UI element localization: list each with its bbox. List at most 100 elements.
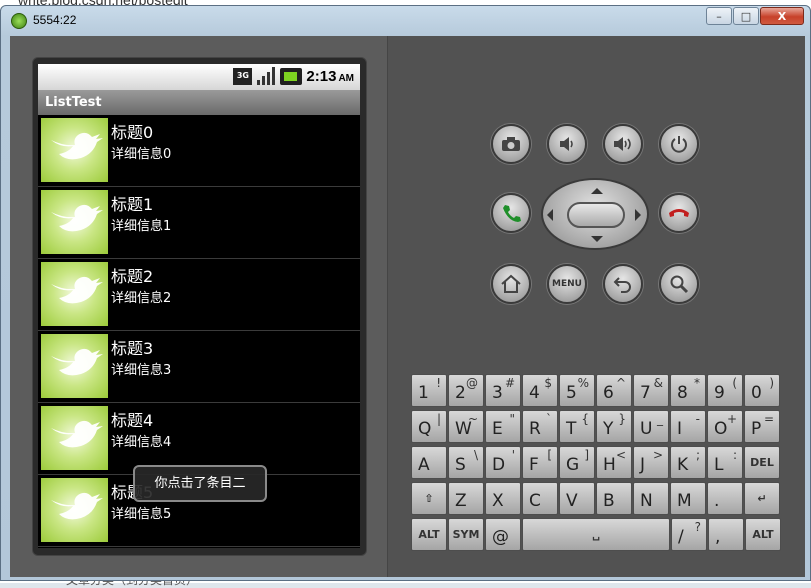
dpad-down-icon[interactable] (591, 236, 603, 248)
home-button[interactable] (491, 264, 531, 304)
dpad-up-icon[interactable] (591, 182, 603, 194)
dpad-right-icon[interactable] (635, 209, 647, 221)
shift-key[interactable]: ⇧ (411, 482, 447, 515)
key-A[interactable]: A (411, 446, 447, 479)
delete-key[interactable]: DEL (744, 446, 780, 479)
list-item[interactable]: 标题3 详细信息3 (38, 331, 360, 403)
comma-key[interactable]: , (708, 518, 744, 551)
list-item-subtitle: 详细信息5 (111, 507, 172, 522)
maximize-button[interactable]: □ (733, 7, 759, 25)
shift-key-label: ⇧ (424, 492, 434, 505)
key-N[interactable]: N (633, 482, 669, 515)
battery-charging-icon (280, 67, 303, 85)
slash-key[interactable]: /? (671, 518, 707, 551)
power-button[interactable] (659, 124, 699, 164)
key-main-label: 8 (677, 383, 688, 403)
key-5[interactable]: 5% (559, 374, 595, 407)
key-alt-label: - (695, 412, 700, 426)
device-panel: 3G 2:13 AM ListTest 标题0 详细信息0 标题1 详细信息1 标题2 详细… (10, 36, 388, 577)
menu-button[interactable]: MENU (547, 264, 587, 304)
key-main-label: A (418, 455, 430, 475)
sym-key-label: SYM (452, 528, 480, 541)
key-alt-label: > (652, 448, 663, 462)
key-C[interactable]: C (522, 482, 558, 515)
window-titlebar[interactable]: 5554:22 – □ X (1, 6, 810, 36)
key-Z[interactable]: Z (448, 482, 484, 515)
call-button[interactable] (491, 193, 531, 233)
key-main-label: Z (455, 491, 467, 511)
network-3g-icon: 3G (233, 67, 253, 85)
key-L[interactable]: L: (707, 446, 743, 479)
key-G[interactable]: G] (559, 446, 595, 479)
key-I[interactable]: I- (670, 410, 706, 443)
dpad[interactable] (541, 178, 649, 250)
volume-up-icon (614, 137, 631, 151)
key-O[interactable]: O + (707, 410, 743, 443)
key-W[interactable]: W ~ (448, 410, 484, 443)
enter-key[interactable]: ↵ (744, 482, 780, 515)
key-Q[interactable]: Q | (411, 410, 447, 443)
key-S[interactable]: S \ (448, 446, 484, 479)
close-button[interactable]: X (760, 7, 804, 25)
key-main-label: H (603, 455, 616, 475)
list-item[interactable]: 标题1 详细信息1 (38, 187, 360, 259)
key-F[interactable]: F[ (522, 446, 558, 479)
key-alt-label: = (763, 412, 774, 426)
camera-button[interactable] (491, 124, 531, 164)
volume-up-button[interactable] (603, 124, 643, 164)
key-7[interactable]: 7 & (633, 374, 669, 407)
volume-down-button[interactable] (547, 124, 587, 164)
key-3[interactable]: 3 # (485, 374, 521, 407)
alt-left-key[interactable]: ALT (411, 518, 447, 551)
key-main-label: Q (418, 419, 432, 439)
key-8[interactable]: 8 * (670, 374, 706, 407)
key-main-label: 3 (492, 383, 503, 403)
key-H[interactable]: H < (596, 446, 632, 479)
search-button[interactable] (659, 264, 699, 304)
back-button[interactable] (603, 264, 643, 304)
camera-icon (502, 137, 520, 151)
key-T[interactable]: T{ (559, 410, 595, 443)
dpad-center-button[interactable] (567, 202, 625, 228)
key-6[interactable]: 6 ^ (596, 374, 632, 407)
key-R[interactable]: R ` (522, 410, 558, 443)
list-item[interactable]: 标题0 详细信息0 (38, 115, 360, 187)
key-M[interactable]: M (670, 482, 706, 515)
key-K[interactable]: K; (670, 446, 706, 479)
window-title: 5554:22 (33, 13, 77, 27)
key-D[interactable]: D ' (485, 446, 521, 479)
key-E[interactable]: E " (485, 410, 521, 443)
emulator-window: 5554:22 – □ X 3G 2:13 AM ListTest 标题0 详细… (0, 5, 811, 581)
space-key[interactable]: ␣ (522, 518, 670, 551)
minimize-button[interactable]: – (706, 7, 732, 25)
key-X[interactable]: X (485, 482, 521, 515)
status-ampm: AM (338, 72, 354, 84)
key-main-label: U (640, 419, 653, 439)
device-screen[interactable]: 3G 2:13 AM ListTest 标题0 详细信息0 标题1 详细信息1 标题2 详细… (38, 64, 360, 548)
key-V[interactable]: V (559, 482, 595, 515)
key-P[interactable]: P = (744, 410, 780, 443)
dpad-left-icon[interactable] (541, 209, 553, 221)
key-B[interactable]: B (596, 482, 632, 515)
key-main-label: 7 (640, 383, 651, 403)
at-key[interactable]: @ (485, 518, 521, 551)
alt-right-key[interactable]: ALT (745, 518, 781, 551)
key-U[interactable]: U _ (633, 410, 669, 443)
end-call-button[interactable] (659, 193, 699, 233)
key-main-label: O (714, 419, 728, 439)
key-9[interactable]: 9( (707, 374, 743, 407)
home-icon (501, 274, 521, 293)
sym-key[interactable]: SYM (448, 518, 484, 551)
key-2[interactable]: 2 @ (448, 374, 484, 407)
key-1[interactable]: 1! (411, 374, 447, 407)
key-Y[interactable]: Y} (596, 410, 632, 443)
key-main-label: J (640, 455, 646, 475)
key-alt-label: * (694, 376, 700, 390)
key-J[interactable]: J > (633, 446, 669, 479)
key-4[interactable]: 4 $ (522, 374, 558, 407)
list-item[interactable]: 标题2 详细信息2 (38, 259, 360, 331)
key-0[interactable]: 0) (744, 374, 780, 407)
period-key[interactable]: . (707, 482, 743, 515)
bird-thumbnail-icon (41, 478, 108, 542)
key-main-label: . (714, 491, 720, 511)
